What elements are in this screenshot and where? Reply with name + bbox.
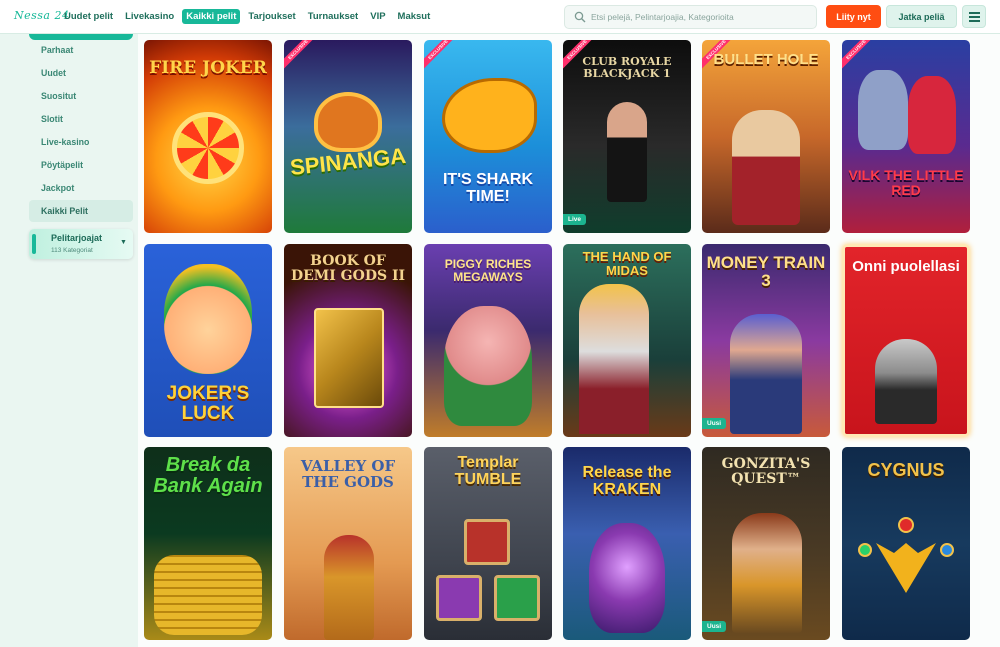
explorer-art	[732, 513, 802, 633]
game-title: THE HAND OF MIDAS	[582, 249, 672, 278]
sidebar-item-parhaat[interactable]: Parhaat	[29, 39, 133, 61]
sidebar-item-poytapelit[interactable]: Pöytäpelit	[29, 154, 133, 176]
live-tag: Live	[563, 214, 587, 225]
menu-button[interactable]	[962, 5, 986, 28]
wolf-art	[858, 70, 908, 150]
game-card[interactable]: Break da Bank Again	[144, 447, 272, 640]
game-card[interactable]: EXCLUSIVE IT'S SHARK TIME!	[424, 40, 552, 233]
game-card[interactable]: EXCLUSIVE VILK THE LITTLE RED	[842, 40, 970, 233]
dealer-art	[607, 102, 647, 202]
sidebar-item-kaikki-pelit[interactable]: Kaikki Pelit	[29, 200, 133, 222]
kraken-art	[589, 523, 665, 633]
game-title: BULLET HOLE	[713, 51, 819, 68]
chevron-down-icon: ▼	[120, 239, 127, 246]
sidebar-item-live-kasino[interactable]: Live-kasino	[29, 131, 133, 153]
game-title: MONEY TRAIN 3	[706, 253, 826, 290]
gem-blue-art	[940, 543, 954, 557]
pig-art	[444, 306, 532, 426]
game-title: CYGNUS	[867, 460, 945, 480]
nav-maksut[interactable]: Maksut	[394, 9, 435, 24]
game-title: VILK THE LITTLE RED	[848, 167, 964, 198]
game-title: Templar TUMBLE	[454, 454, 522, 488]
gem-green-art	[858, 543, 872, 557]
search-bar[interactable]	[564, 5, 817, 29]
nav-uudet-pelit[interactable]: Uudet pelit	[60, 9, 117, 24]
providers-dropdown[interactable]: Pelitarjoajat 113 Kategoriat ▼	[29, 229, 133, 259]
game-title: PIGGY RICHES MEGAWAYS	[444, 257, 532, 284]
game-card[interactable]: EXCLUSIVE SPINANGA	[284, 40, 412, 233]
symbol-tile-art	[494, 575, 540, 621]
game-title: VALLEY OF THE GODS	[300, 457, 396, 491]
game-card[interactable]: PIGGY RICHES MEGAWAYS	[424, 244, 552, 437]
game-card[interactable]: Release the KRAKEN	[563, 447, 691, 640]
game-title: CLUB ROYALE BLACKJACK 1	[582, 55, 672, 80]
jester-art	[164, 264, 252, 374]
game-title: BOOK OF DEMI GODS II	[290, 253, 406, 284]
nav-kaikki-pelit[interactable]: Kaikki pelit	[182, 9, 241, 24]
game-card[interactable]: JOKER'S LUCK	[144, 244, 272, 437]
sidebar-item-suositut[interactable]: Suositut	[29, 85, 133, 107]
game-card[interactable]: Onni puolellasi	[842, 244, 970, 437]
sidebar-item-uudet[interactable]: Uudet	[29, 62, 133, 84]
coins-art	[154, 555, 262, 635]
red-hood-art	[908, 76, 956, 154]
join-button[interactable]: Liity nyt	[826, 5, 881, 28]
game-card[interactable]: THE HAND OF MIDAS	[563, 244, 691, 437]
continue-playing-button[interactable]: Jatka peliä	[886, 5, 957, 28]
nav-vip[interactable]: VIP	[366, 9, 389, 24]
nav-livekasino[interactable]: Livekasino	[121, 9, 178, 24]
game-card[interactable]: Templar TUMBLE	[424, 447, 552, 640]
game-title: JOKER'S LUCK	[166, 383, 250, 424]
wheel-art	[172, 112, 244, 184]
game-card[interactable]: EXCLUSIVE BULLET HOLE	[702, 40, 830, 233]
robot-art	[875, 339, 937, 424]
providers-count: 113 Kategoriat	[51, 247, 93, 254]
nav-turnaukset[interactable]: Turnaukset	[304, 9, 363, 24]
search-icon	[574, 11, 586, 23]
top-bar: Nessa 24 Uudet pelit Livekasino Kaikki p…	[0, 0, 1000, 34]
game-card[interactable]: MONEY TRAIN 3 Uusi	[702, 244, 830, 437]
game-grid: FIRE JOKER EXCLUSIVE SPINANGA EXCLUSIVE …	[138, 34, 1000, 647]
shark-art	[442, 78, 537, 153]
game-title: Onni puolellasi	[852, 258, 960, 275]
game-title: GONZITA'S QUEST™	[721, 456, 811, 487]
gem-red-art	[898, 517, 914, 533]
game-card[interactable]: VALLEY OF THE GODS	[284, 447, 412, 640]
game-card[interactable]: GONZITA'S QUEST™ Uusi	[702, 447, 830, 640]
game-card[interactable]: CYGNUS	[842, 447, 970, 640]
new-tag: Uusi	[702, 418, 727, 429]
new-tag: Uusi	[702, 621, 727, 632]
main-nav: Uudet pelit Livekasino Kaikki pelit Tarj…	[60, 9, 434, 24]
cowboy-art	[732, 110, 800, 225]
sidebar-item-slotit[interactable]: Slotit	[29, 108, 133, 130]
pharaoh-art	[324, 535, 374, 640]
game-card[interactable]: BOOK OF DEMI GODS II	[284, 244, 412, 437]
symbol-tile-art	[436, 575, 482, 621]
sidebar-item-jackpot[interactable]: Jackpot	[29, 177, 133, 199]
gunner-art	[730, 314, 802, 434]
exclusive-badge: EXCLUSIVE	[424, 40, 460, 72]
game-title: Break da Bank Again	[153, 454, 263, 497]
book-art	[314, 308, 384, 408]
providers-label: Pelitarjoajat	[51, 233, 103, 243]
swan-emblem-art	[876, 543, 936, 593]
game-title: FIRE JOKER	[149, 58, 267, 78]
game-card[interactable]: FIRE JOKER	[144, 40, 272, 233]
game-card[interactable]: EXCLUSIVE CLUB ROYALE BLACKJACK 1 Live	[563, 40, 691, 233]
hamburger-icon	[969, 12, 980, 14]
search-input[interactable]	[591, 9, 811, 25]
game-title: Release the KRAKEN	[582, 464, 672, 498]
symbol-tile-art	[464, 519, 510, 565]
game-title: SPINANGA	[288, 142, 408, 181]
game-title: IT'S SHARK TIME!	[442, 171, 534, 205]
exclusive-badge: EXCLUSIVE	[842, 40, 878, 72]
bear-art	[314, 92, 382, 152]
king-art	[579, 284, 649, 434]
sidebar: Parhaat Uudet Suositut Slotit Live-kasin…	[0, 34, 138, 647]
exclusive-badge: EXCLUSIVE	[284, 40, 320, 72]
nav-tarjoukset[interactable]: Tarjoukset	[244, 9, 299, 24]
